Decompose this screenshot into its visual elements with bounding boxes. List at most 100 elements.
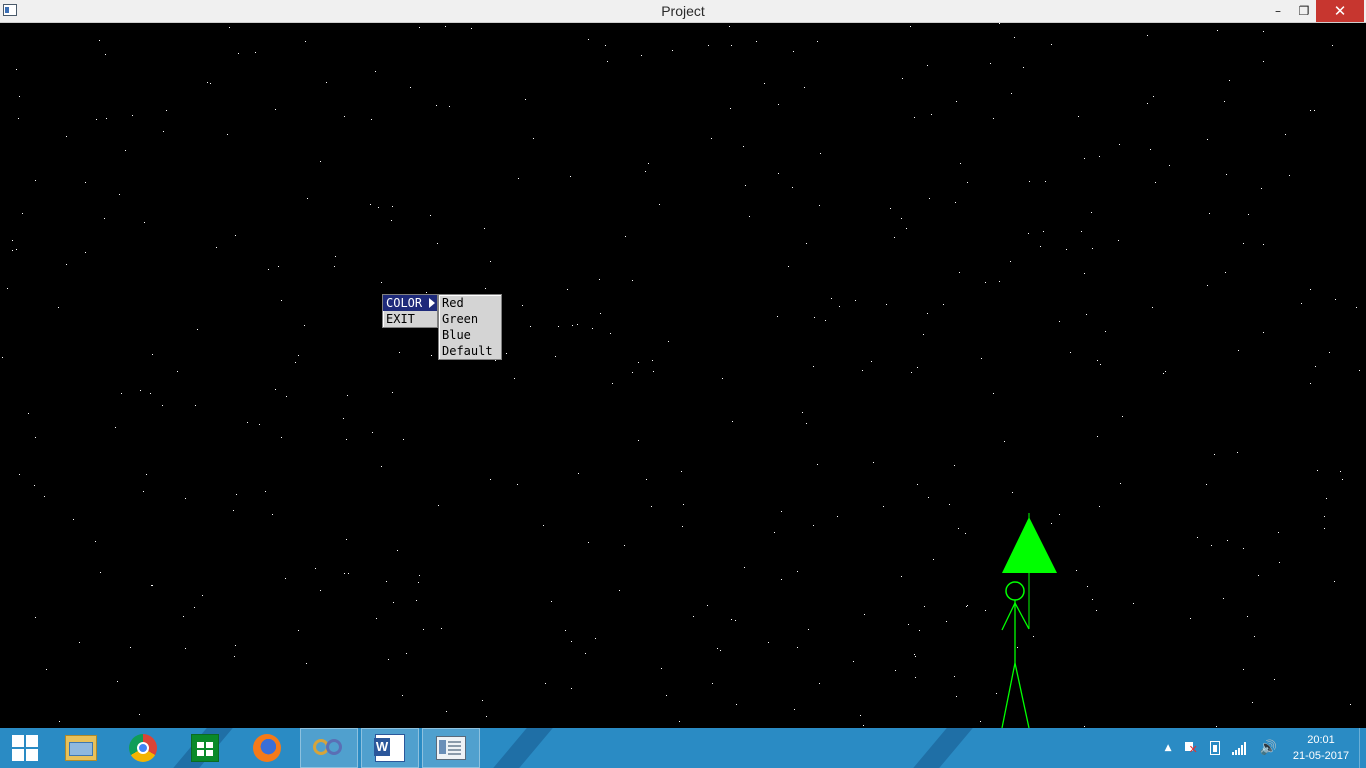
star <box>402 695 403 696</box>
star <box>720 650 721 651</box>
star <box>915 677 916 678</box>
star <box>1289 175 1290 176</box>
star <box>555 356 556 357</box>
star <box>956 696 957 697</box>
star <box>1081 231 1082 232</box>
show-desktop-button[interactable] <box>1359 728 1366 768</box>
star <box>1340 471 1341 472</box>
clock[interactable]: 20:01 21-05-2017 <box>1287 732 1355 764</box>
star <box>1147 35 1148 36</box>
taskbar-file-explorer[interactable] <box>52 728 110 768</box>
star <box>2 357 3 358</box>
star <box>1004 441 1005 442</box>
star <box>132 115 133 116</box>
star <box>1329 352 1330 353</box>
star <box>1190 618 1191 619</box>
star <box>522 305 523 306</box>
star <box>645 171 646 172</box>
star <box>320 161 321 162</box>
store-icon <box>191 734 219 762</box>
star <box>788 266 789 267</box>
star <box>278 266 279 267</box>
restore-button[interactable]: ❐ <box>1290 0 1318 22</box>
star <box>96 119 97 120</box>
star <box>890 208 891 209</box>
star <box>125 150 126 151</box>
star <box>1314 110 1315 111</box>
star <box>59 721 60 722</box>
star <box>490 479 491 480</box>
star <box>831 298 832 299</box>
star <box>1261 188 1262 189</box>
star <box>16 69 17 70</box>
star <box>518 178 519 179</box>
power-icon[interactable] <box>1209 741 1220 755</box>
taskbar-chrome[interactable] <box>114 728 172 768</box>
star <box>1122 416 1123 417</box>
menu-item-exit[interactable]: EXIT <box>383 311 437 327</box>
star <box>708 45 709 46</box>
scene-canvas[interactable] <box>0 23 1366 728</box>
star <box>919 630 920 631</box>
clock-time: 20:01 <box>1307 734 1335 746</box>
star <box>235 235 236 236</box>
star <box>485 288 486 289</box>
star <box>375 71 376 72</box>
taskbar-store[interactable] <box>176 728 234 768</box>
star <box>1301 303 1302 304</box>
star <box>817 464 818 465</box>
star <box>446 711 447 712</box>
star <box>1342 479 1343 480</box>
star <box>927 65 928 66</box>
taskbar-firefox[interactable] <box>238 728 296 768</box>
star <box>607 61 608 62</box>
star <box>682 526 683 527</box>
submenu-item-red[interactable]: Red <box>439 295 501 311</box>
volume-icon[interactable]: 🔊 <box>1260 740 1277 756</box>
star <box>1214 454 1215 455</box>
star <box>672 50 673 51</box>
minimize-button[interactable]: – <box>1264 0 1292 22</box>
star <box>533 138 534 139</box>
submenu-item-blue[interactable]: Blue <box>439 327 501 343</box>
network-signal-icon[interactable] <box>1231 741 1248 755</box>
taskbar-project-window[interactable] <box>422 728 480 768</box>
star <box>259 424 260 425</box>
show-hidden-icons-arrow-icon[interactable]: ▲ <box>1165 740 1172 756</box>
star <box>1028 233 1029 234</box>
star <box>305 41 306 42</box>
menu-item-color[interactable]: COLOR <box>383 295 437 311</box>
star <box>1263 244 1264 245</box>
windows-logo-icon <box>12 735 38 761</box>
star <box>929 198 930 199</box>
start-button[interactable] <box>0 728 50 768</box>
star <box>792 187 793 188</box>
star <box>570 176 571 177</box>
star <box>863 725 864 726</box>
star <box>1211 545 1212 546</box>
star <box>392 206 393 207</box>
star <box>1216 726 1217 727</box>
star <box>1248 214 1249 215</box>
star <box>151 585 152 586</box>
close-button[interactable]: ✕ <box>1316 0 1364 22</box>
star <box>34 485 35 486</box>
taskbar-visual-studio[interactable] <box>300 728 358 768</box>
star <box>1155 182 1156 183</box>
submenu-item-green[interactable]: Green <box>439 311 501 327</box>
action-center-flag-icon[interactable] <box>1184 741 1198 755</box>
star <box>1029 181 1030 182</box>
star <box>588 39 589 40</box>
star <box>707 605 708 606</box>
taskbar-word[interactable] <box>361 728 419 768</box>
star <box>22 213 23 214</box>
star <box>624 545 625 546</box>
star <box>931 114 932 115</box>
star <box>999 23 1000 24</box>
star <box>1092 248 1093 249</box>
star <box>902 78 903 79</box>
star <box>585 653 586 654</box>
star <box>956 101 957 102</box>
submenu-item-default[interactable]: Default <box>439 343 501 359</box>
star <box>906 228 907 229</box>
